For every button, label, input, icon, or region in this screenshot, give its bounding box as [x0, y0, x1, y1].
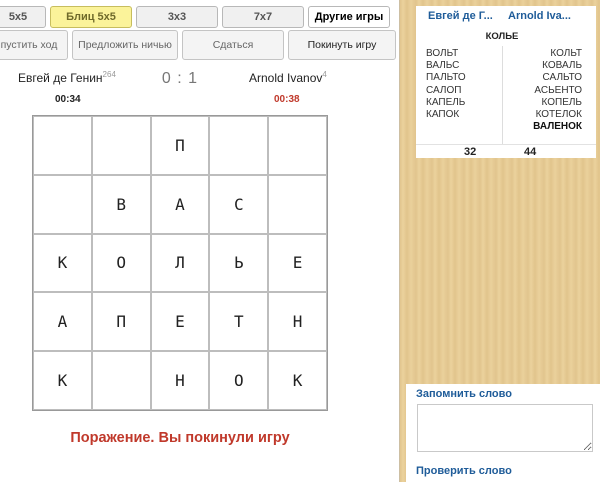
left-total-score: 32	[464, 146, 477, 158]
surrender-button[interactable]: Сдаться	[182, 30, 284, 60]
board-cell[interactable]: Е	[150, 292, 210, 352]
board-cell[interactable]: В	[91, 174, 151, 234]
game-mode-tabs: 5x5 Блиц 5x5 3x3 7x7 Другие игры	[0, 6, 390, 28]
board-cell[interactable]: П	[91, 292, 151, 352]
player-right-timer: 00:38	[274, 94, 300, 105]
board-cell[interactable]: К	[268, 351, 327, 410]
board-cell[interactable]: К	[33, 351, 92, 410]
player-right-rating: 4	[322, 70, 327, 79]
board-cell[interactable]: С	[209, 174, 269, 234]
player-right-name: Arnold Ivanov	[249, 71, 323, 85]
word-item: КОЛЬТ	[550, 48, 582, 59]
tab-5x5[interactable]: 5x5	[0, 6, 46, 28]
leave-game-button[interactable]: Покинуть игру	[288, 30, 396, 60]
word-item: АСЬЕНТО	[534, 84, 582, 96]
right-total-score: 44	[524, 146, 537, 158]
word-item-last: ВАЛЕНОК	[533, 121, 582, 133]
board-cell[interactable]: Е	[268, 233, 327, 293]
board-cell[interactable]: Н	[150, 351, 210, 410]
word-item: КОТЕЛОК	[535, 109, 582, 121]
board-cell[interactable]	[91, 351, 151, 410]
players-bar: Евгей де Генин264 0 : 1 Arnold Ivanov4 0…	[0, 68, 360, 108]
memo-title: Запомнить слово	[416, 388, 512, 400]
board-cell[interactable]: К	[33, 233, 92, 293]
offer-draw-button[interactable]: Предложить ничью	[72, 30, 178, 60]
player-left-rating: 264	[102, 70, 116, 79]
player-left: Евгей де Генин264	[18, 70, 116, 85]
board-cell[interactable]: О	[91, 233, 151, 293]
totals-divider	[416, 144, 596, 145]
board-cell[interactable]	[33, 174, 92, 234]
skip-move-button[interactable]: пустить ход	[0, 30, 68, 60]
check-word-link[interactable]: Проверить слово	[416, 465, 512, 477]
word-item: КОВАЛЬ	[542, 60, 582, 72]
board-cell[interactable]	[33, 116, 92, 175]
player-left-timer: 00:34	[55, 94, 81, 105]
board-cell[interactable]: А	[150, 174, 210, 234]
tab-blitz-5x5[interactable]: Блиц 5x5	[50, 6, 132, 28]
game-actions: пустить ход Предложить ничью Сдаться Пок…	[0, 30, 396, 60]
board-cell[interactable]	[91, 116, 151, 175]
game-result-message: Поражение. Вы покинули игру	[70, 430, 290, 446]
tab-other-games[interactable]: Другие игры	[308, 6, 390, 28]
words-right-header[interactable]: Arnold Iva...	[508, 10, 571, 22]
board-cell[interactable]: А	[33, 292, 92, 352]
board-cell[interactable]: Н	[268, 292, 327, 352]
game-board: П В А С К О Л Ь Е А П Е Т Н К Н О К	[32, 115, 328, 411]
words-panel: Евгей де Г... Arnold Iva... КОЛЬЕ ВОЛЬТ …	[416, 6, 596, 158]
board-cell[interactable]	[268, 174, 327, 234]
player-left-name: Евгей де Генин	[18, 71, 103, 85]
word-item: САЛЬТО	[542, 72, 582, 84]
initial-word: КОЛЬЕ	[485, 31, 519, 42]
board-cell[interactable]: П	[150, 116, 210, 175]
board-cell[interactable]	[209, 116, 269, 175]
score: 0 : 1	[161, 70, 199, 87]
word-item: КОПЕЛЬ	[541, 96, 582, 108]
words-left-header[interactable]: Евгей де Г...	[428, 10, 493, 22]
right-words-list: КОЛЬТ КОВАЛЬ САЛЬТО АСЬЕНТО КОПЕЛЬ КОТЕЛ…	[498, 48, 582, 133]
player-right: Arnold Ivanov4	[249, 70, 327, 85]
game-panel: 5x5 Блиц 5x5 3x3 7x7 Другие игры пустить…	[0, 0, 400, 482]
tab-7x7[interactable]: 7x7	[222, 6, 304, 28]
memo-panel: Запомнить слово Проверить слово	[406, 384, 600, 482]
board-cell[interactable]	[268, 116, 327, 175]
tab-3x3[interactable]: 3x3	[136, 6, 218, 28]
memo-word-input[interactable]	[417, 404, 593, 452]
board-cell[interactable]: О	[209, 351, 269, 410]
board-cell[interactable]: Л	[150, 233, 210, 293]
board-cell[interactable]: Ь	[209, 233, 269, 293]
board-cell[interactable]: Т	[209, 292, 269, 352]
